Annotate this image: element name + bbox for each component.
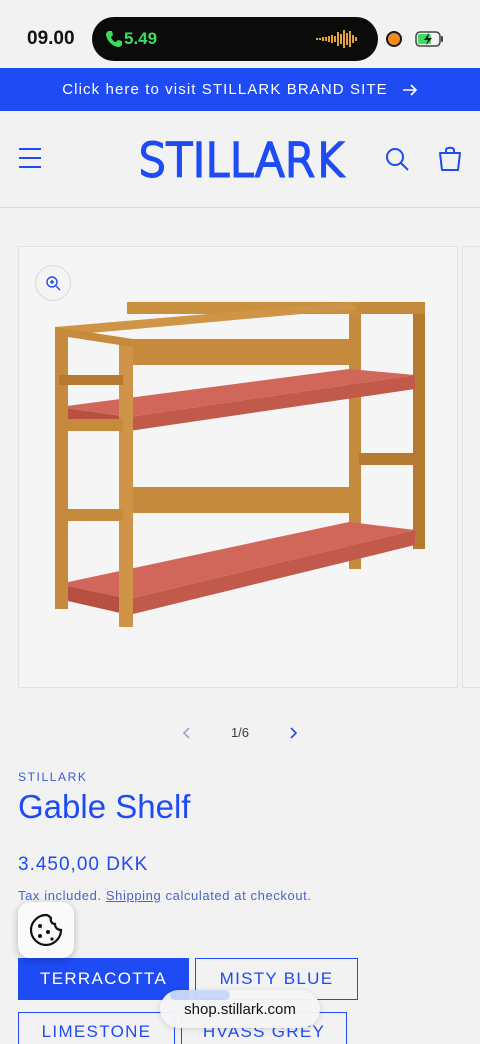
cookie-settings-button[interactable]: [18, 902, 74, 958]
tax-prefix: Tax included.: [18, 888, 102, 903]
gallery-pager: 1/6: [0, 718, 480, 748]
call-duration: 5.49: [124, 29, 158, 48]
zoom-button[interactable]: [35, 265, 71, 301]
browser-url-bar[interactable]: shop.stillark.com: [160, 990, 320, 1028]
product-image: [19, 247, 457, 687]
announcement-bar[interactable]: Click here to visit STILLARK BRAND SITE: [0, 68, 480, 111]
arrow-right-icon: [402, 83, 417, 96]
product-gallery[interactable]: [18, 246, 458, 688]
status-bar: 09.00 5.49: [0, 0, 480, 68]
announcement-text: Click here to visit STILLARK BRAND SITE: [62, 81, 388, 98]
audio-waveform-icon: [316, 30, 357, 48]
gallery-counter: 1/6: [230, 725, 250, 740]
variant-terracotta-button[interactable]: TERRACOTTA: [18, 958, 189, 1000]
search-icon[interactable]: [384, 146, 410, 172]
brand-logo[interactable]: STILLARK: [136, 135, 346, 183]
tax-suffix: calculated at checkout.: [165, 888, 312, 903]
next-image-peek[interactable]: [462, 246, 480, 688]
chevron-right-icon[interactable]: [284, 724, 302, 742]
cookie-icon: [29, 913, 63, 947]
status-time: 09.00: [27, 28, 75, 49]
battery-charging-icon: [415, 31, 443, 47]
phone-icon: [106, 31, 122, 47]
chevron-left-icon[interactable]: [178, 724, 196, 742]
product-price: 3.450,00 DKK: [18, 854, 149, 875]
site-header: STILLARK: [0, 111, 480, 208]
cart-icon[interactable]: [436, 144, 464, 172]
shipping-link[interactable]: Shipping: [106, 888, 161, 903]
zoom-in-icon: [46, 276, 61, 291]
product-vendor: STILLARK: [18, 770, 88, 784]
menu-icon[interactable]: [18, 147, 42, 169]
dynamic-island[interactable]: 5.49: [92, 17, 378, 61]
browser-url: shop.stillark.com: [184, 1000, 296, 1018]
brand-logo-text: STILLARK: [139, 135, 344, 183]
variant-limestone-button[interactable]: LIMESTONE: [18, 1012, 175, 1044]
tax-note: Tax included. Shipping calculated at che…: [18, 888, 312, 903]
product-title: Gable Shelf: [18, 788, 191, 825]
recording-indicator: [388, 33, 400, 45]
